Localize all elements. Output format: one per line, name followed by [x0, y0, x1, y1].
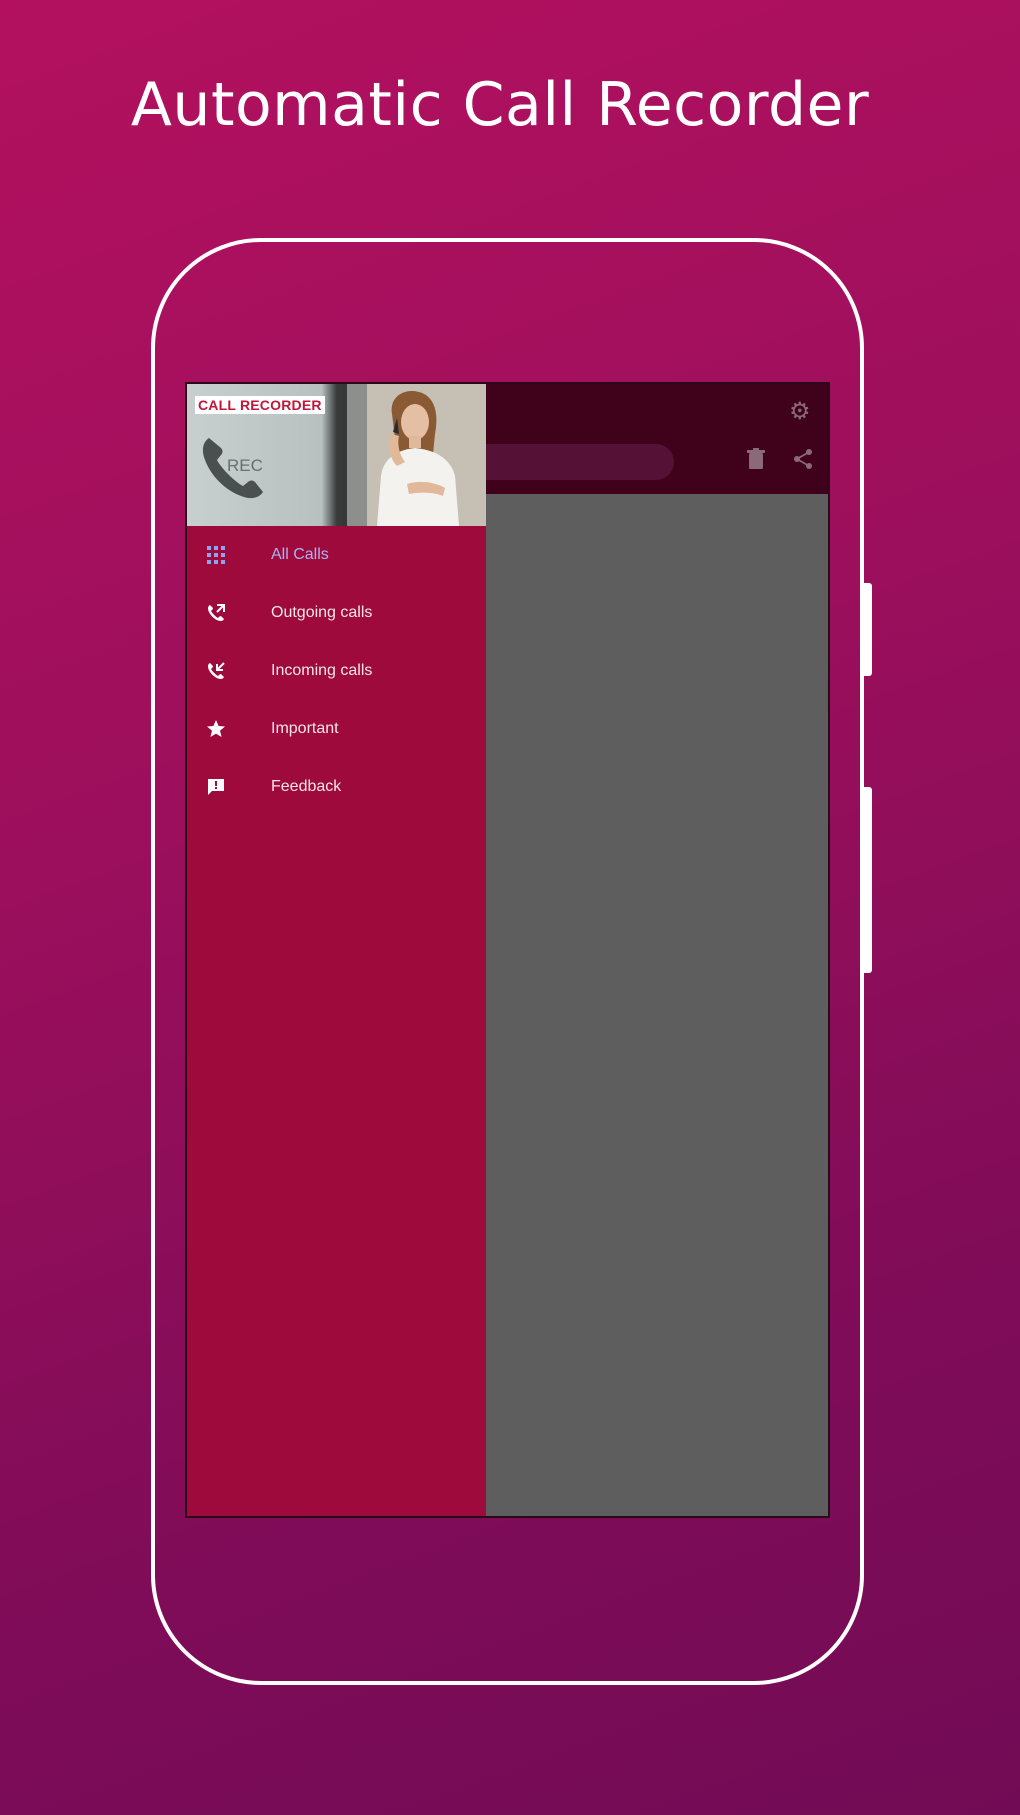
menu-item-label: Incoming calls [271, 662, 373, 679]
app-brand-label: CALL RECORDER [195, 396, 325, 414]
phone-screen: ⚙ CALL RECORDER REC All Calls Outgoing c… [185, 382, 830, 1518]
drawer-header-image: CALL RECORDER REC [187, 384, 486, 526]
promo-headline: Automatic Call Recorder [130, 70, 870, 140]
menu-item-label: Feedback [271, 778, 342, 795]
delete-icon[interactable] [747, 448, 765, 474]
star-icon [205, 718, 227, 740]
drawer-menu: All Calls Outgoing calls Incoming calls … [187, 526, 486, 816]
phone-power-button [864, 787, 872, 973]
outgoing-call-icon [205, 602, 227, 624]
share-icon[interactable] [792, 448, 814, 474]
grid-icon [205, 544, 227, 566]
menu-item-outgoing-calls[interactable]: Outgoing calls [187, 584, 486, 642]
menu-item-label: Important [271, 720, 339, 737]
rec-label: REC [227, 456, 263, 475]
phone-volume-button [864, 583, 872, 676]
feedback-icon [205, 776, 227, 798]
incoming-call-icon [205, 660, 227, 682]
menu-item-label: All Calls [271, 546, 329, 563]
menu-item-incoming-calls[interactable]: Incoming calls [187, 642, 486, 700]
menu-item-feedback[interactable]: Feedback [187, 758, 486, 816]
menu-item-label: Outgoing calls [271, 604, 373, 621]
menu-item-important[interactable]: Important [187, 700, 486, 758]
woman-on-phone-photo [347, 384, 486, 526]
settings-icon[interactable]: ⚙ [789, 399, 811, 423]
navigation-drawer: CALL RECORDER REC All Calls Outgoing cal… [187, 384, 486, 1516]
menu-item-all-calls[interactable]: All Calls [187, 526, 486, 584]
